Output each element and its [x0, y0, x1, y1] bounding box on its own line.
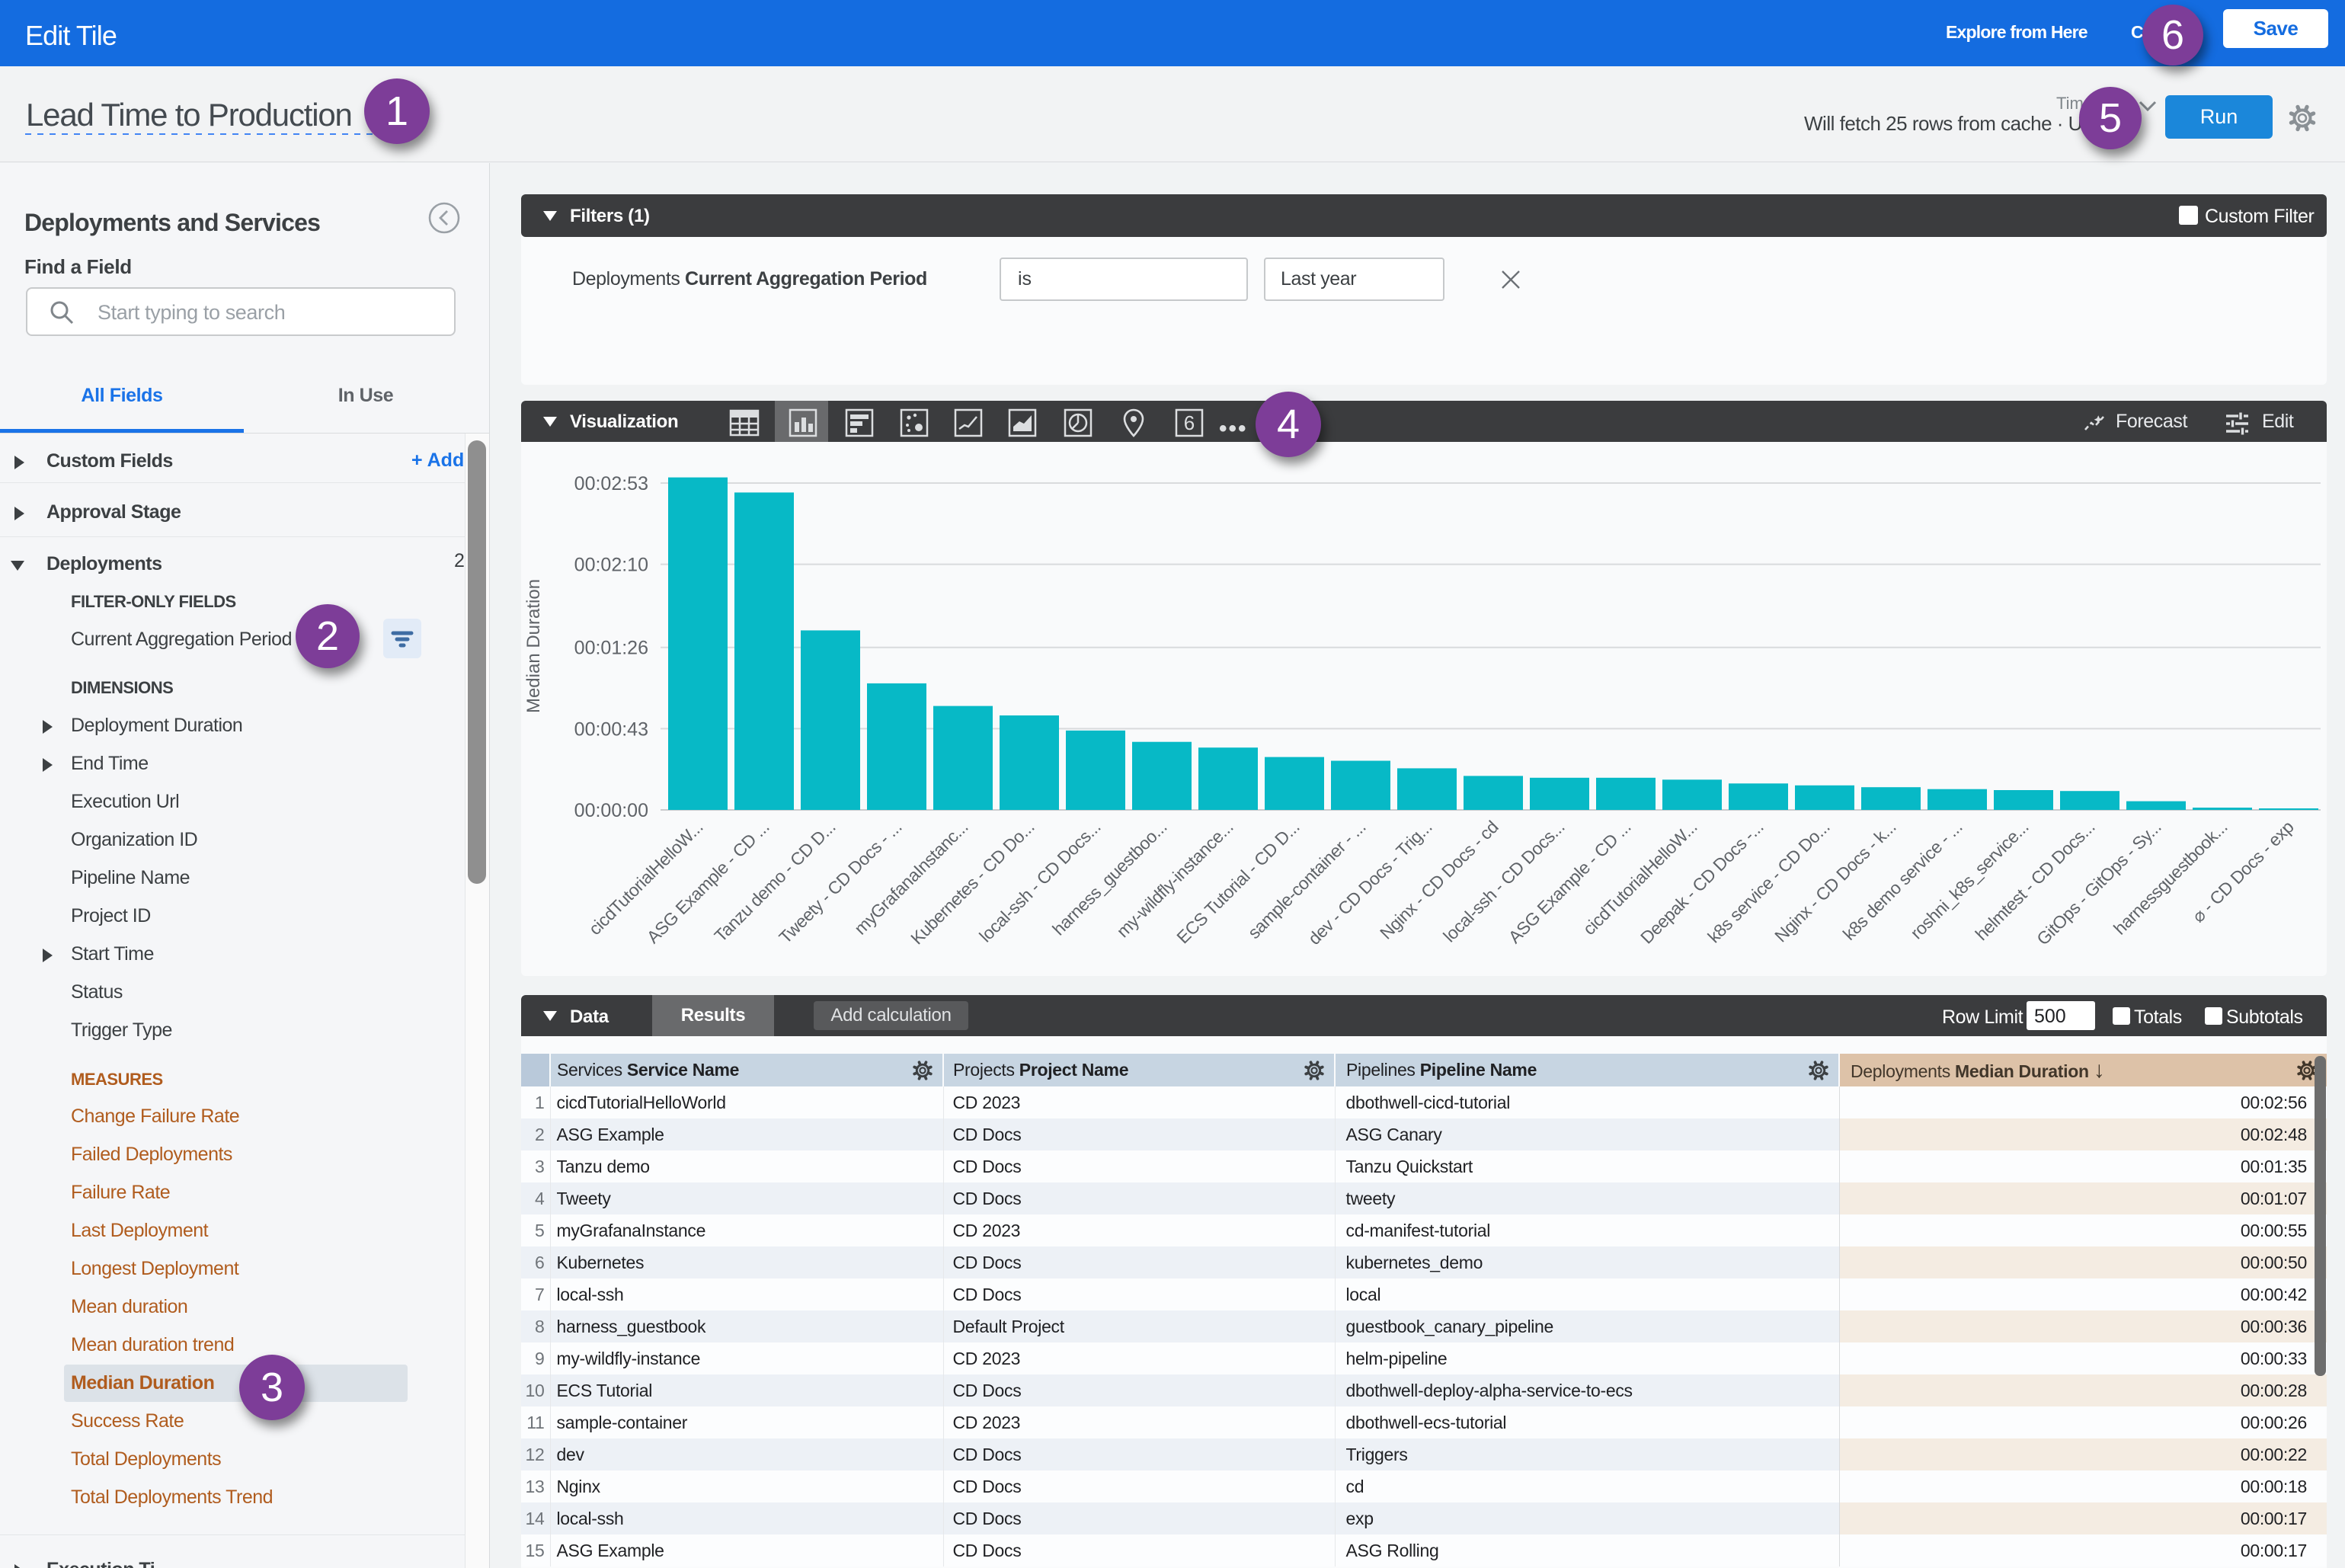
svg-text:Nginx - CD Docs - k...: Nginx - CD Docs - k... [1771, 817, 1899, 946]
svg-text:Deepak - CD Docs -...: Deepak - CD Docs -... [1636, 817, 1768, 948]
svg-text:Tweety - CD Docs - ...: Tweety - CD Docs - ... [775, 817, 905, 947]
svg-text:my-wildfly-instance...: my-wildfly-instance... [1112, 817, 1236, 941]
svg-text:roshni_k8s_service...: roshni_k8s_service... [1906, 817, 2032, 942]
svg-text:cicdTutorialHelloW...: cicdTutorialHelloW... [584, 817, 706, 939]
svg-text:dev - CD Docs - Trig...: dev - CD Docs - Trig... [1304, 817, 1436, 949]
svg-text:00:00:00: 00:00:00 [574, 800, 648, 821]
svg-text:ECS Tutorial - CD D...: ECS Tutorial - CD D... [1172, 817, 1303, 947]
svg-text:harnessguestbook...: harnessguestbook... [2110, 817, 2231, 938]
svg-text:sample-container - ...: sample-container - ... [1244, 817, 1370, 942]
svg-text:Nginx - CD Docs - cd: Nginx - CD Docs - cd [1376, 817, 1502, 942]
svg-text:cicdTutorialHelloW...: cicdTutorialHelloW... [1579, 817, 1700, 939]
svg-text:6: 6 [1184, 411, 1195, 434]
svg-text:00:02:53: 00:02:53 [574, 473, 648, 494]
svg-text:helmtest - CD Docs...: helmtest - CD Docs... [1972, 817, 2099, 944]
svg-text:00:02:10: 00:02:10 [574, 555, 648, 576]
svg-text:Tanzu demo - CD D...: Tanzu demo - CD D... [710, 817, 839, 946]
svg-text:k8s demo service - ...: k8s demo service - ... [1839, 817, 1966, 944]
svg-text:GitOps - GitOps - Sy...: GitOps - GitOps - Sy... [2033, 817, 2164, 949]
svg-text:myGrafanaInstanc...: myGrafanaInstanc... [850, 817, 971, 938]
svg-text:local-ssh - CD Docs...: local-ssh - CD Docs... [975, 817, 1104, 946]
svg-text:local-ssh - CD Docs...: local-ssh - CD Docs... [1439, 817, 1568, 946]
svg-text:harness_guestboo...: harness_guestboo... [1048, 817, 1170, 939]
svg-text:k8s service - CD Do...: k8s service - CD Do... [1704, 817, 1833, 946]
svg-text:00:01:26: 00:01:26 [574, 638, 648, 659]
svg-text:Median Duration: Median Duration [523, 579, 544, 713]
svg-text:ASG Example - CD ...: ASG Example - CD ... [1505, 817, 1635, 947]
svg-text:ASG Example - CD ...: ASG Example - CD ... [643, 817, 773, 947]
svg-text:00:00:43: 00:00:43 [574, 718, 648, 740]
svg-text:Kubernetes - CD Do...: Kubernetes - CD Do... [907, 817, 1038, 948]
